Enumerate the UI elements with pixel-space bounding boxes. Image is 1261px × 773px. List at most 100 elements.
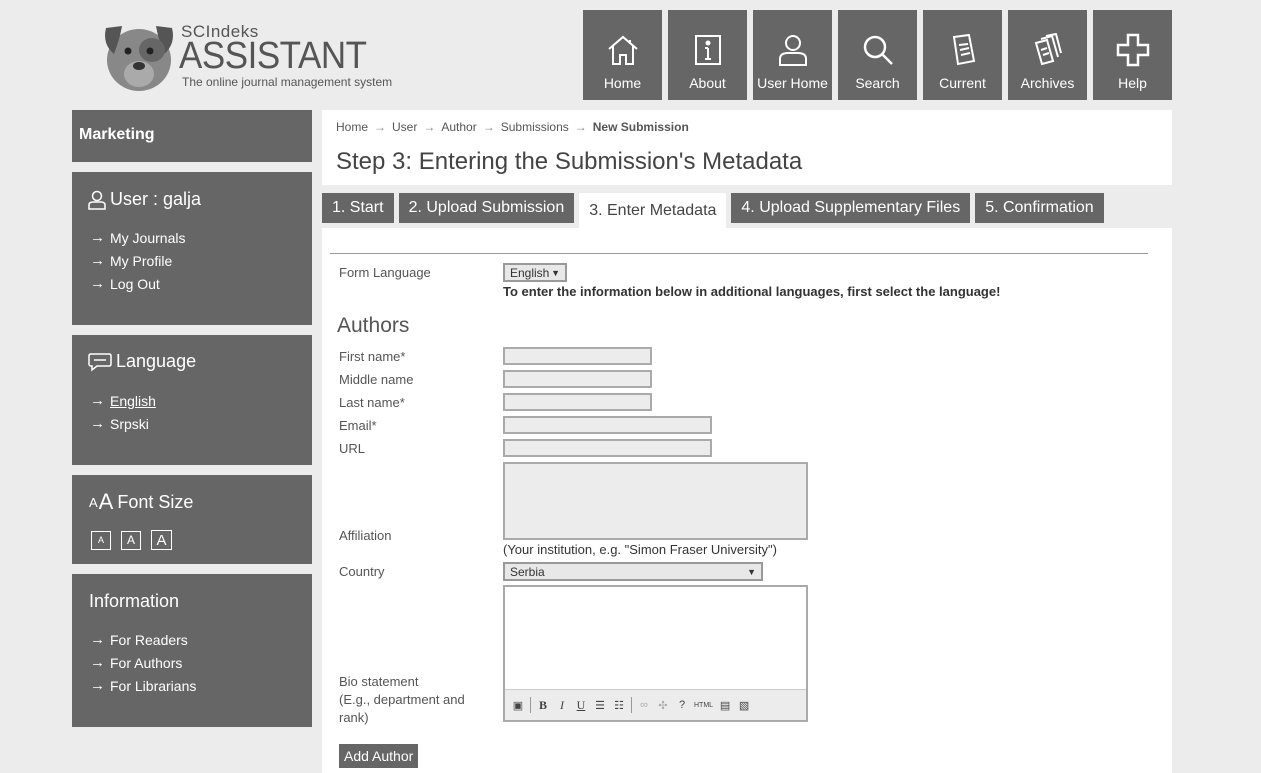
paste-word-icon[interactable]: ▣: [511, 699, 525, 712]
toolbar-divider: [631, 697, 632, 713]
fontsize-heading: AA Font Size: [89, 489, 193, 515]
information-title: Information: [89, 591, 180, 611]
arrow-right-icon: →: [90, 677, 105, 694]
bio-label-line3: rank): [339, 710, 369, 725]
tab-upload-submission[interactable]: 2. Upload Submission: [398, 193, 575, 223]
fontsize-buttons: A A A: [91, 530, 172, 550]
brand-large: ASSISTANT: [179, 35, 367, 77]
top-navigation: Home About User Home Search Current Arch…: [583, 10, 1172, 100]
font-medium-button[interactable]: A: [121, 530, 141, 550]
last-name-input[interactable]: [503, 393, 652, 411]
first-name-label: First name*: [339, 349, 406, 364]
middle-name-label: Middle name: [339, 372, 414, 387]
sidebar-item-my-journals[interactable]: → My Journals: [90, 226, 185, 249]
font-small-button[interactable]: A: [91, 530, 111, 550]
user-icon: [778, 35, 807, 66]
site-logo[interactable]: SCIndeks ASSISTANT The online journal ma…: [100, 18, 400, 93]
sidebar-item-my-profile[interactable]: → My Profile: [90, 249, 185, 272]
breadcrumb-home[interactable]: Home: [336, 120, 368, 134]
sidebar-item-label: Srpski: [110, 415, 149, 432]
affiliation-textarea[interactable]: [503, 462, 808, 540]
nav-about-label: About: [689, 75, 726, 91]
nav-home[interactable]: Home: [583, 10, 662, 100]
arrow-right-icon: →: [90, 415, 105, 432]
underline-icon[interactable]: U: [574, 698, 588, 713]
sidebar-item-for-readers[interactable]: → For Readers: [90, 628, 196, 651]
arrow-right-icon: →: [482, 120, 495, 134]
document-icon: [952, 33, 975, 66]
font-large-button[interactable]: A: [151, 530, 172, 550]
image-icon[interactable]: ▧: [737, 699, 751, 712]
url-input[interactable]: [503, 439, 712, 457]
breadcrumb-author[interactable]: Author: [441, 120, 476, 134]
sidebar-item-srpski[interactable]: → Srpski: [90, 412, 156, 435]
sidebar-language-block: Language → English → Srpski: [72, 335, 312, 465]
breadcrumb-submissions[interactable]: Submissions: [501, 120, 569, 134]
nav-search[interactable]: Search: [838, 10, 917, 100]
help-icon[interactable]: ?: [675, 699, 689, 711]
user-title: User : galja: [110, 189, 202, 209]
nav-current-label: Current: [939, 75, 986, 91]
country-select[interactable]: Serbia ▼: [503, 562, 763, 581]
fullscreen-icon[interactable]: ▤: [718, 699, 732, 712]
divider: [330, 253, 1148, 254]
sidebar-item-english[interactable]: → English: [90, 389, 156, 412]
tab-start[interactable]: 1. Start: [322, 193, 394, 223]
numbered-list-icon[interactable]: ☷: [612, 699, 626, 712]
user-heading: User : galja: [88, 189, 201, 210]
url-label: URL: [339, 441, 366, 456]
sidebar-item-label: For Librarians: [110, 677, 197, 694]
sidebar-item-for-librarians[interactable]: → For Librarians: [90, 674, 196, 697]
middle-name-input[interactable]: [503, 370, 652, 388]
sidebar-item-label: For Authors: [110, 654, 183, 671]
nav-about[interactable]: About: [668, 10, 747, 100]
bold-icon[interactable]: B: [536, 698, 550, 713]
marketing-title: Marketing: [79, 126, 155, 143]
unlink-icon[interactable]: ✣: [656, 699, 670, 712]
sidebar-item-for-authors[interactable]: → For Authors: [90, 651, 196, 674]
search-icon: [863, 35, 893, 65]
info-icon: [694, 35, 721, 65]
dog-mascot-icon: [105, 26, 173, 91]
sidebar-fontsize-block: AA Font Size A A A: [72, 475, 312, 564]
plus-icon: [1116, 33, 1149, 67]
sidebar-item-log-out[interactable]: → Log Out: [90, 272, 185, 295]
tab-confirmation[interactable]: 5. Confirmation: [975, 193, 1104, 223]
email-input[interactable]: [503, 416, 712, 434]
step-tabs: 1. Start 2. Upload Submission 3. Enter M…: [322, 193, 1104, 228]
arrow-right-icon: →: [90, 631, 105, 648]
bullet-list-icon[interactable]: ☰: [593, 699, 607, 712]
form-language-select[interactable]: English ▼: [503, 263, 567, 282]
information-menu: → For Readers → For Authors → For Librarian…: [90, 628, 196, 697]
italic-icon[interactable]: I: [555, 698, 569, 713]
bio-editor[interactable]: ▣ B I U ☰ ☷ ∞ ✣ ? HTML ▤ ▧: [503, 585, 808, 722]
tab-enter-metadata[interactable]: 3. Enter Metadata: [579, 193, 727, 228]
nav-help[interactable]: Help: [1093, 10, 1172, 100]
nav-user-home[interactable]: User Home: [753, 10, 832, 100]
arrow-right-icon: →: [90, 392, 105, 409]
breadcrumb-user[interactable]: User: [392, 120, 417, 134]
add-author-button[interactable]: Add Author: [339, 744, 419, 768]
arrow-right-icon: →: [374, 120, 387, 134]
sidebar-item-label: My Journals: [110, 229, 186, 246]
html-source-icon[interactable]: HTML: [694, 702, 713, 709]
tab-upload-supplementary[interactable]: 4. Upload Supplementary Files: [731, 193, 971, 223]
authors-heading: Authors: [337, 314, 410, 337]
country-label: Country: [339, 564, 385, 579]
country-value: Serbia: [510, 564, 545, 579]
nav-search-label: Search: [855, 75, 900, 91]
nav-archives[interactable]: Archives: [1008, 10, 1087, 100]
link-icon[interactable]: ∞: [637, 699, 651, 711]
form-language-value: English: [510, 265, 550, 280]
fontsize-title: Font Size: [117, 491, 194, 512]
email-label: Email*: [339, 418, 377, 433]
form-language-note: To enter the information below in additi…: [503, 284, 1001, 299]
dropdown-arrow-icon: ▼: [747, 566, 756, 577]
arrow-right-icon: →: [90, 654, 105, 671]
brand-tagline: The online journal management system: [182, 75, 393, 89]
nav-current[interactable]: Current: [923, 10, 1002, 100]
bio-label-line1: Bio statement: [339, 674, 419, 689]
first-name-input[interactable]: [503, 347, 652, 365]
breadcrumb-current[interactable]: New Submission: [593, 120, 689, 134]
dropdown-arrow-icon: ▼: [551, 267, 560, 278]
